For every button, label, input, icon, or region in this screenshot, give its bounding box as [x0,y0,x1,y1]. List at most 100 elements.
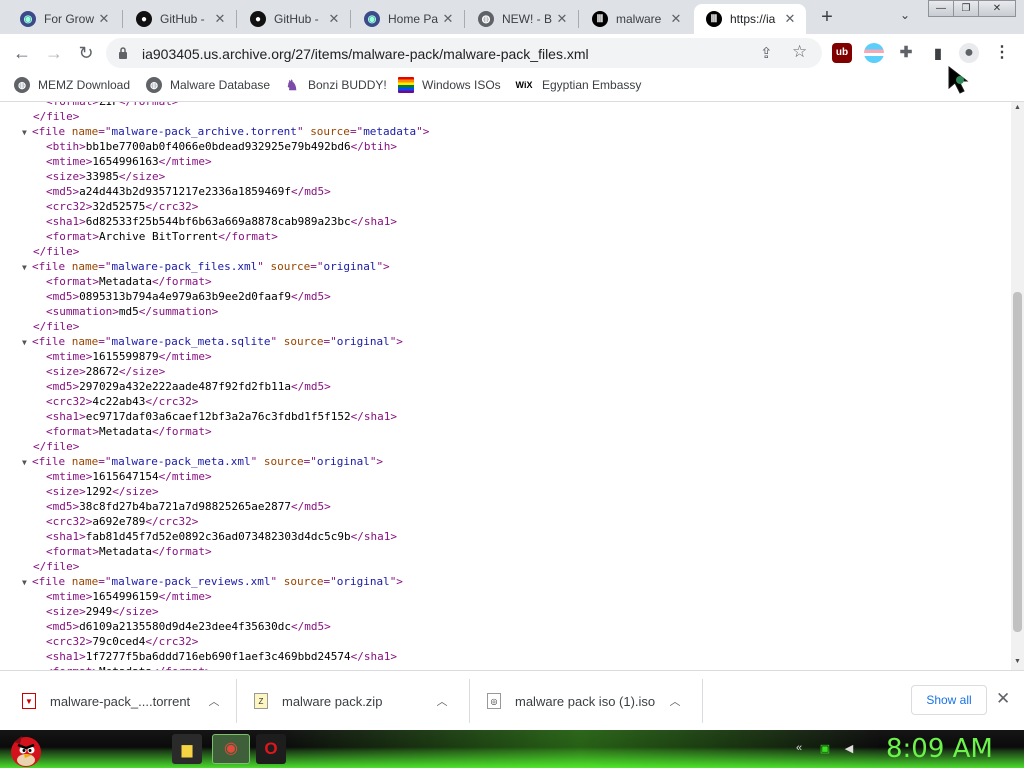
flag-extension-icon[interactable] [864,43,884,63]
forward-button[interactable]: → [41,41,67,65]
bookmark-star-icon[interactable]: ☆ [792,42,807,62]
xml-tag-name: file [46,320,73,333]
xml-tag-name: mtime [171,470,205,483]
tab-new[interactable]: ◍ NEW! - B ✕ [466,4,578,34]
xml-punct: > [72,110,80,123]
xml-tag-name: file [46,560,73,573]
xml-text-value: Metadata [99,275,152,288]
vertical-scrollbar[interactable]: ▲ ▼ [1011,102,1024,670]
xml-viewer[interactable]: <format>ZIP</format></file>▼<file name="… [0,102,1011,670]
xml-punct: > [79,215,86,228]
chrome-icon[interactable]: ◉ [212,734,250,764]
close-icon[interactable]: ✕ [782,11,798,27]
xml-punct: </ [151,545,166,558]
minimize-button[interactable]: — [928,0,954,17]
close-icon[interactable]: ✕ [326,11,342,27]
xml-punct: < [46,140,53,153]
xml-punct: > [92,102,99,108]
menu-kebab-icon[interactable]: ⋮ [992,43,1012,63]
xml-punct: > [72,440,80,453]
close-icon[interactable]: ✕ [440,11,456,27]
tab-home-page[interactable]: ◉ Home Pa ✕ [352,4,464,34]
lock-icon[interactable] [118,46,128,60]
tray-battery-icon[interactable]: ▣ [818,742,832,756]
tab-title: Home Pa [388,12,439,26]
tray-arrow-icon[interactable]: « [792,742,806,756]
opera-icon[interactable]: O [256,734,286,764]
xml-file-source: original [336,335,390,348]
xml-value-line: <summation>md5</summation> [0,304,1000,319]
reload-button[interactable]: ↻ [73,41,99,65]
angry-bird-start-icon[interactable] [4,730,48,768]
collapse-triangle-icon[interactable]: ▼ [22,455,32,470]
tab-for-grow[interactable]: ◉ For Grow ✕ [8,4,120,34]
xml-punct: </ [138,305,152,318]
scroll-down-icon[interactable]: ▼ [1013,658,1022,665]
new-tab-button[interactable]: + [814,6,840,28]
collapse-triangle-icon[interactable]: ▼ [22,125,32,140]
xml-tag-name: sha1 [52,215,80,228]
show-all-button[interactable]: Show all [911,685,987,715]
download-item-zip[interactable]: Z malware pack.zip ︿ [254,671,452,731]
taskbar-clock[interactable]: 8:09 AM [886,734,993,764]
bookmark-bonzi-buddy[interactable]: ♞ Bonzi BUDDY! [284,75,387,95]
download-item-iso[interactable]: ◎ malware pack iso (1).iso ︿ [487,671,685,731]
bookmark-windows-isos[interactable]: Windows ISOs [398,75,501,95]
collapse-triangle-icon[interactable]: ▼ [22,260,32,275]
bookmark-memz-download[interactable]: ◍ MEMZ Download [14,75,130,95]
close-icon[interactable]: ✕ [996,689,1010,709]
close-window-button[interactable]: ✕ [978,0,1016,17]
file-explorer-icon[interactable]: ▆ [172,734,202,764]
chevron-up-icon[interactable]: ︿ [432,693,452,709]
close-icon[interactable]: ✕ [554,11,570,27]
chevron-up-icon[interactable]: ︿ [204,693,224,709]
ublock-icon[interactable]: ub [832,43,852,63]
profile-avatar-icon[interactable]: ● [959,43,979,63]
iso-disc-icon: ◎ [487,693,501,709]
tray-volume-icon[interactable]: ◀ [842,742,856,756]
tab-malware[interactable]: Ⅲ malware ✕ [580,4,692,34]
github-icon: ● [136,11,152,27]
collapse-triangle-icon[interactable]: ▼ [22,575,32,590]
scrollbar-thumb[interactable] [1013,292,1022,632]
xml-tag-name: size [52,605,80,618]
puzzle-extensions-icon[interactable]: ✚ [896,43,916,63]
url-text[interactable]: ia903405.us.archive.org/27/items/malware… [142,46,589,62]
xml-punct: <file [32,260,72,273]
bookmark-egyptian-embassy[interactable]: WiX Egyptian Embassy [514,75,642,95]
tab-active-archive[interactable]: Ⅲ https://ia ✕ [694,4,806,34]
xml-punct: > [79,605,86,618]
xml-text-value: 79c0ced4 [92,635,146,648]
close-icon[interactable]: ✕ [96,11,112,27]
restore-button[interactable]: ❐ [953,0,979,17]
xml-punct: name [71,335,99,348]
xml-punct: > [324,290,331,303]
xml-punct: > [79,410,86,423]
xml-punct: > [152,605,159,618]
xml-tag-name: md5 [304,620,325,633]
scroll-up-icon[interactable]: ▲ [1013,104,1022,111]
xml-punct: </ [145,200,159,213]
xml-value-line: <format>Metadata</format> [0,274,1000,289]
close-icon[interactable]: ✕ [212,11,228,27]
back-button[interactable]: ← [9,41,35,65]
chevron-up-icon[interactable]: ︿ [665,693,685,709]
xml-tag-name: sha1 [363,410,391,423]
download-item-torrent[interactable]: ▼ malware-pack_....torrent ︿ [22,671,224,731]
xml-text-value: 4c22ab43 [92,395,146,408]
bookmark-malware-database[interactable]: ◍ Malware Database [146,75,270,95]
xml-punct: </ [218,230,232,243]
share-icon[interactable]: ⇪ [760,44,773,62]
xml-punct: < [46,650,53,663]
close-icon[interactable]: ✕ [668,11,684,27]
xml-value-line: <sha1>ec9717daf03a6caef12bf3a2a76c3fdbd1… [0,409,1000,424]
tab-github-1[interactable]: ● GitHub - ✕ [124,4,236,34]
side-panel-icon[interactable]: ▮ [928,43,948,63]
tab-github-2[interactable]: ● GitHub - ✕ [238,4,350,34]
tab-search-icon[interactable]: ⌄ [896,8,914,26]
address-bar[interactable]: ia903405.us.archive.org/27/items/malware… [106,38,822,68]
download-filename: malware pack.zip [282,693,383,709]
xml-punct: > [92,275,99,288]
archive-icon: Ⅲ [592,11,608,27]
collapse-triangle-icon[interactable]: ▼ [22,335,32,350]
